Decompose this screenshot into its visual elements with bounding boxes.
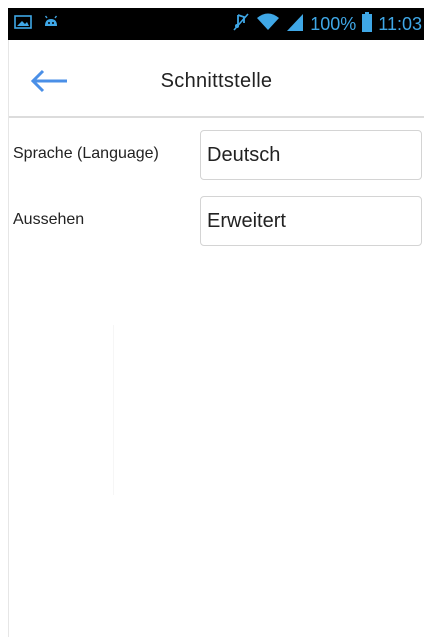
status-bar-right: 100% 11:03 — [232, 11, 422, 37]
app-header: Schnittstelle — [9, 40, 424, 118]
setting-row-language: Sprache (Language) Deutsch — [9, 129, 424, 183]
setting-row-appearance: Aussehen Erweitert — [9, 195, 424, 249]
status-bar: 100% 11:03 — [8, 8, 424, 40]
battery-percent: 100% — [310, 13, 357, 34]
mute-icon — [232, 12, 250, 37]
frame-edge — [0, 40, 9, 637]
divider — [113, 325, 114, 495]
signal-icon — [286, 12, 304, 37]
language-select[interactable]: Deutsch — [200, 130, 422, 180]
page-title: Schnittstelle — [160, 70, 273, 92]
wifi-icon — [256, 12, 280, 37]
image-icon — [14, 14, 32, 35]
status-bar-left — [14, 14, 60, 34]
screen: 100% 11:03 Schnittstelle Sprache (Langua… — [0, 0, 424, 637]
appearance-select[interactable]: Erweitert — [200, 196, 422, 246]
battery-icon — [362, 11, 373, 37]
android-icon — [42, 14, 60, 35]
appearance-label: Aussehen — [13, 211, 85, 228]
language-label: Sprache (Language) — [13, 145, 159, 162]
clock: 11:03 — [378, 13, 422, 34]
